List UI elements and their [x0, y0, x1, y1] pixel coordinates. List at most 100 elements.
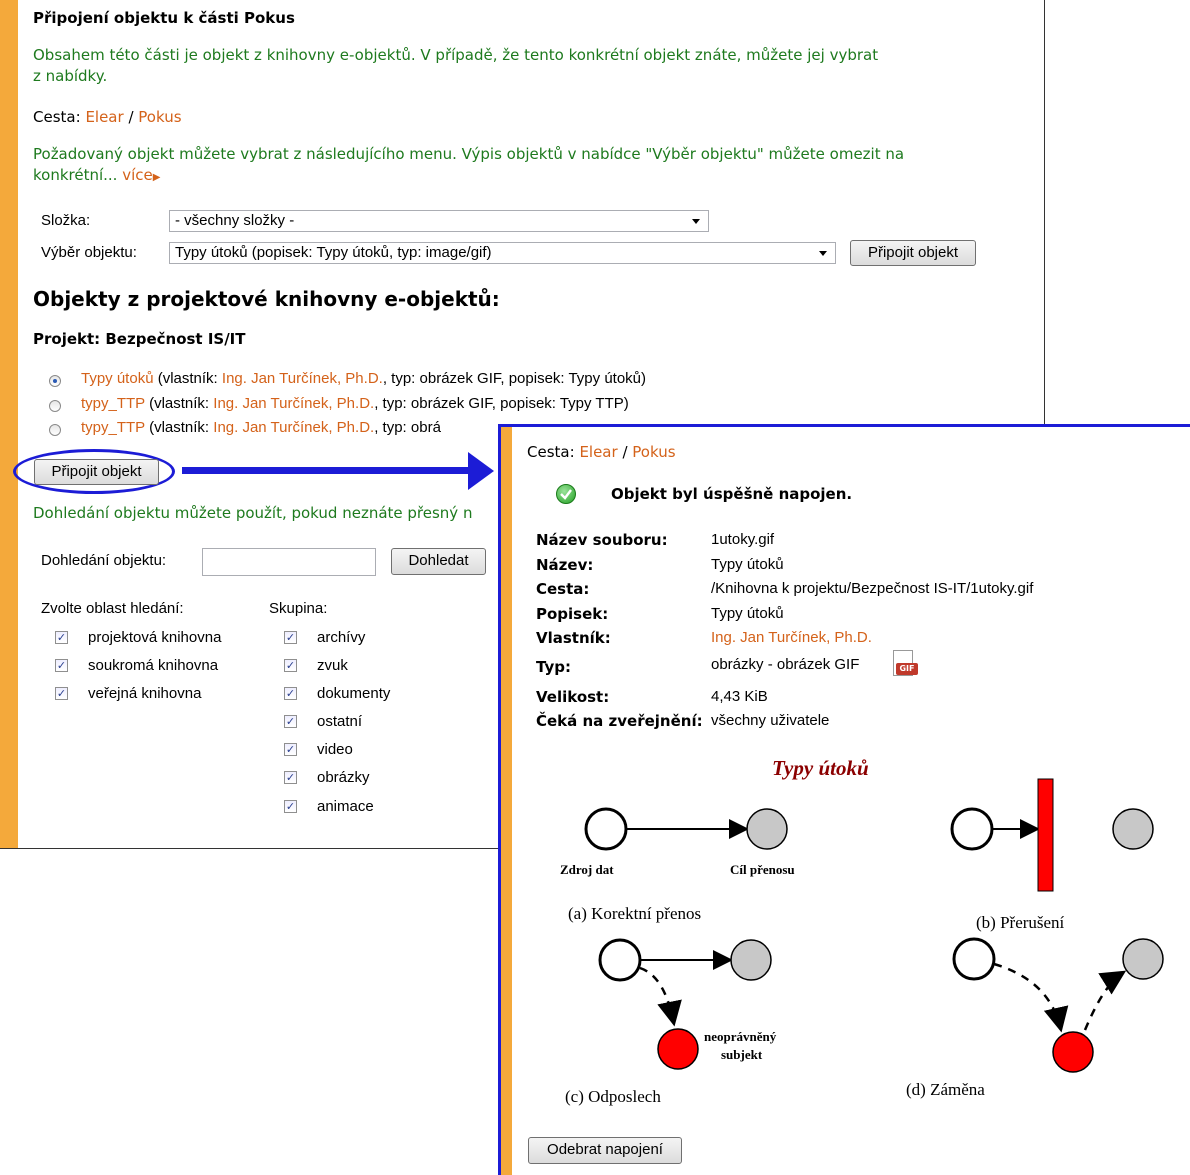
folder-select[interactable]: - všechny složky -: [169, 210, 709, 232]
search-button[interactable]: Dohledat: [391, 548, 486, 575]
source-label: Zdroj dat: [560, 862, 614, 877]
object-entry: Typy útoků (vlastník: Ing. Jan Turčínek,…: [81, 370, 646, 387]
search-input[interactable]: [202, 548, 376, 576]
owner-link[interactable]: Ing. Jan Turčínek, Ph.D.: [222, 370, 383, 387]
radio-button[interactable]: [49, 424, 61, 436]
breadcrumb-link-pokus[interactable]: Pokus: [138, 108, 181, 126]
intro-line: z nabídky.: [33, 67, 108, 85]
intro-line: Obsahem této části je objekt z knihovny …: [33, 46, 879, 64]
group-option: ostatní: [317, 713, 363, 730]
breadcrumb: Cesta: Elear / Pokus: [527, 443, 676, 461]
checkbox[interactable]: ✓: [55, 687, 68, 700]
detail-label: Název souboru:: [536, 531, 668, 549]
intro-text: Obsahem této části je objekt z knihovny …: [33, 45, 1023, 87]
group-option: animace: [317, 798, 374, 815]
group-option: zvuk: [317, 657, 348, 674]
detail-value: 1utoky.gif: [711, 531, 775, 548]
check-circle-icon: [556, 484, 576, 504]
breadcrumb-link-elear[interactable]: Elear: [579, 443, 617, 461]
object-entry: typy_TTP (vlastník: Ing. Jan Turčínek, P…: [81, 419, 441, 436]
radio-button[interactable]: [49, 375, 61, 387]
section-heading: Připojení objektu k části Pokus: [33, 9, 295, 27]
object-select-value: Typy útoků (popisek: Typy útoků, typ: im…: [175, 244, 492, 261]
unauthorized-label-2: subjekt: [721, 1047, 763, 1062]
accent-bar: [0, 0, 18, 849]
target-label: Cíl přenosu: [730, 862, 795, 877]
checkbox[interactable]: ✓: [284, 687, 297, 700]
detail-value: Typy útoků: [711, 556, 784, 573]
checkbox[interactable]: ✓: [284, 715, 297, 728]
breadcrumb-label: Cesta:: [33, 108, 81, 126]
owner-link[interactable]: Ing. Jan Turčínek, Ph.D.: [711, 629, 872, 646]
caption-c: (c) Odposlech: [565, 1087, 661, 1106]
attached-object-panel: Cesta: Elear / Pokus Objekt byl úspěšně …: [498, 424, 1190, 1175]
breadcrumb-link-pokus[interactable]: Pokus: [632, 443, 675, 461]
detail-value: 4,43 KiB: [711, 688, 768, 705]
unauthorized-label-1: neoprávněný: [704, 1029, 777, 1044]
chevron-down-icon: [819, 251, 827, 256]
object-label: Výběr objektu:: [41, 244, 137, 261]
highlight-border: [498, 424, 501, 1175]
breadcrumb-separator: /: [622, 443, 628, 461]
detail-label: Velikost:: [536, 688, 610, 706]
area-option: veřejná knihovna: [88, 685, 202, 702]
area-option: soukromá knihovna: [88, 657, 219, 674]
folder-label: Složka:: [41, 212, 91, 229]
panel-divider: [1044, 0, 1045, 430]
object-meta: , typ: obrázek GIF, popisek: Typy útoků): [382, 370, 647, 387]
attach-object-button-top[interactable]: Připojit objekt: [850, 240, 976, 266]
object-entry: typy_TTP (vlastník: Ing. Jan Turčínek, P…: [81, 395, 629, 412]
search-info-text: Dohledání objektu můžete použít, pokud n…: [33, 504, 473, 522]
caption-b: (b) Přerušení: [976, 913, 1065, 932]
select-info-line: Požadovaný objekt můžete vybrat z násled…: [33, 145, 905, 163]
attach-object-button[interactable]: Připojit objekt: [34, 459, 159, 485]
checkbox[interactable]: ✓: [284, 631, 297, 644]
checkbox[interactable]: ✓: [284, 659, 297, 672]
checkbox[interactable]: ✓: [55, 659, 68, 672]
project-heading: Projekt: Bezpečnost IS/IT: [33, 330, 246, 348]
caption-a: (a) Korektní přenos: [568, 904, 702, 923]
breadcrumb-link-elear[interactable]: Elear: [85, 108, 123, 126]
object-select[interactable]: Typy útoků (popisek: Typy útoků, typ: im…: [169, 242, 836, 264]
group-label: Skupina:: [269, 600, 328, 617]
attack-types-image: Typy útoků Zdroj dat Cíl přenosu (a) Kor…: [548, 754, 1168, 1124]
owner-link[interactable]: Ing. Jan Turčínek, Ph.D.: [213, 419, 374, 436]
checkbox[interactable]: ✓: [284, 800, 297, 813]
owner-link[interactable]: Ing. Jan Turčínek, Ph.D.: [213, 395, 374, 412]
gif-badge: GIF: [896, 663, 918, 675]
breadcrumb-separator: /: [128, 108, 134, 126]
group-option: obrázky: [317, 769, 370, 786]
area-label: Zvolte oblast hledání:: [41, 600, 184, 617]
panel-divider: [0, 848, 500, 849]
chevron-down-icon: [692, 219, 700, 224]
group-option: video: [317, 741, 353, 758]
highlight-border: [498, 424, 1190, 427]
check-icon: [560, 489, 572, 500]
detail-value: obrázky - obrázek GIF: [711, 656, 860, 673]
checkbox[interactable]: ✓: [284, 743, 297, 756]
object-name-link[interactable]: Typy útoků: [81, 370, 154, 387]
detail-label: Popisek:: [536, 605, 609, 623]
more-link[interactable]: více: [122, 166, 153, 184]
remove-connection-button[interactable]: Odebrat napojení: [528, 1137, 682, 1164]
group-option: dokumenty: [317, 685, 391, 702]
detail-label: Název:: [536, 556, 594, 574]
folder-select-value: - všechny složky -: [175, 212, 295, 229]
arrow-shaft: [182, 467, 472, 474]
object-meta: , typ: obrá: [374, 419, 441, 436]
gif-file-icon: GIF: [890, 649, 918, 679]
search-label: Dohledání objektu:: [41, 552, 167, 569]
detail-value: Typy útoků: [711, 605, 784, 622]
checkbox[interactable]: ✓: [55, 631, 68, 644]
detail-label: Typ:: [536, 658, 571, 676]
object-name-link[interactable]: typy_TTP: [81, 419, 145, 436]
radio-button[interactable]: [49, 400, 61, 412]
object-name-link[interactable]: typy_TTP: [81, 395, 145, 412]
select-info-text: Požadovaný objekt můžete vybrat z násled…: [33, 144, 1023, 188]
checkbox[interactable]: ✓: [284, 771, 297, 784]
object-meta: , typ: obrázek GIF, popisek: Typy TTP): [374, 395, 629, 412]
detail-label: Cesta:: [536, 580, 590, 598]
detail-label: Čeká na zveřejnění:: [536, 712, 703, 730]
diagram-graphics: [584, 778, 1164, 1073]
detail-value: všechny uživatele: [711, 712, 830, 729]
